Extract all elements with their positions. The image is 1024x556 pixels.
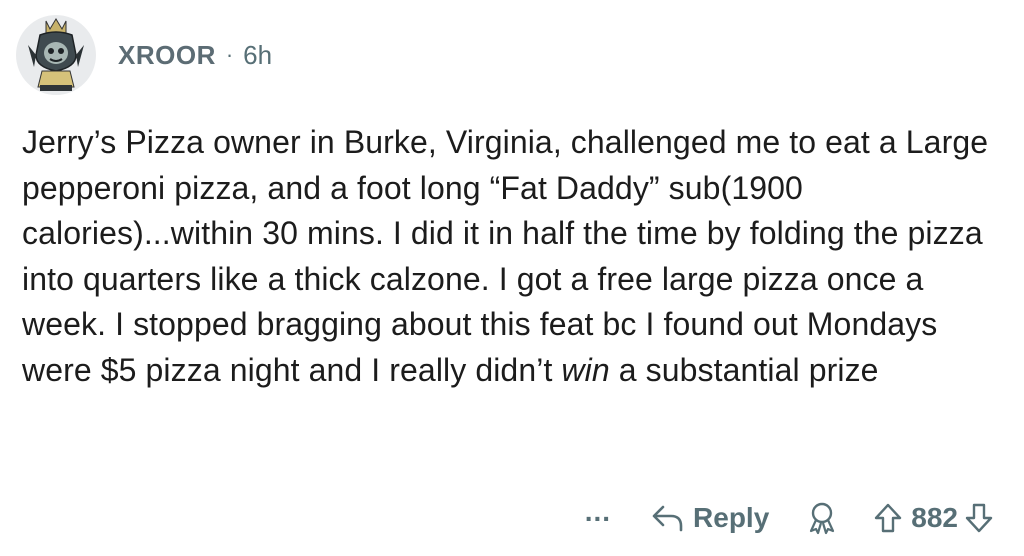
vote-score: 882 xyxy=(911,502,958,533)
comment-body: Jerry’s Pizza owner in Burke, Virginia, … xyxy=(22,120,1002,393)
upvote-arrow-icon xyxy=(875,503,902,533)
avatar-icon xyxy=(28,18,84,91)
comment-meta: XROOR · 6h xyxy=(118,40,272,71)
comment-age[interactable]: 6h xyxy=(243,40,272,71)
comment-body-text: Jerry’s Pizza owner in Burke, Virginia, … xyxy=(22,124,989,388)
upvote-button[interactable] xyxy=(873,502,903,534)
downvote-arrow-icon xyxy=(965,503,993,533)
avatar[interactable] xyxy=(16,15,96,95)
comment-actions: ... Reply 882 xyxy=(585,496,994,540)
award-button[interactable] xyxy=(805,501,839,535)
comment: XROOR · 6h Jerry’s Pizza owner in Burke,… xyxy=(0,0,1024,556)
award-icon xyxy=(810,502,835,535)
reply-button[interactable]: Reply xyxy=(651,502,769,534)
downvote-button[interactable] xyxy=(964,502,994,534)
comment-header: XROOR · 6h xyxy=(16,10,272,100)
meta-separator: · xyxy=(225,42,234,67)
username[interactable]: XROOR xyxy=(118,40,216,71)
reply-label: Reply xyxy=(693,502,770,533)
reply-arrow-icon xyxy=(652,505,683,532)
vote-controls: 882 xyxy=(873,502,994,534)
more-options-button[interactable]: ... xyxy=(585,498,611,526)
comment-body-text-end: a substantial prize xyxy=(609,351,879,388)
comment-body-emphasis: win xyxy=(561,351,610,388)
